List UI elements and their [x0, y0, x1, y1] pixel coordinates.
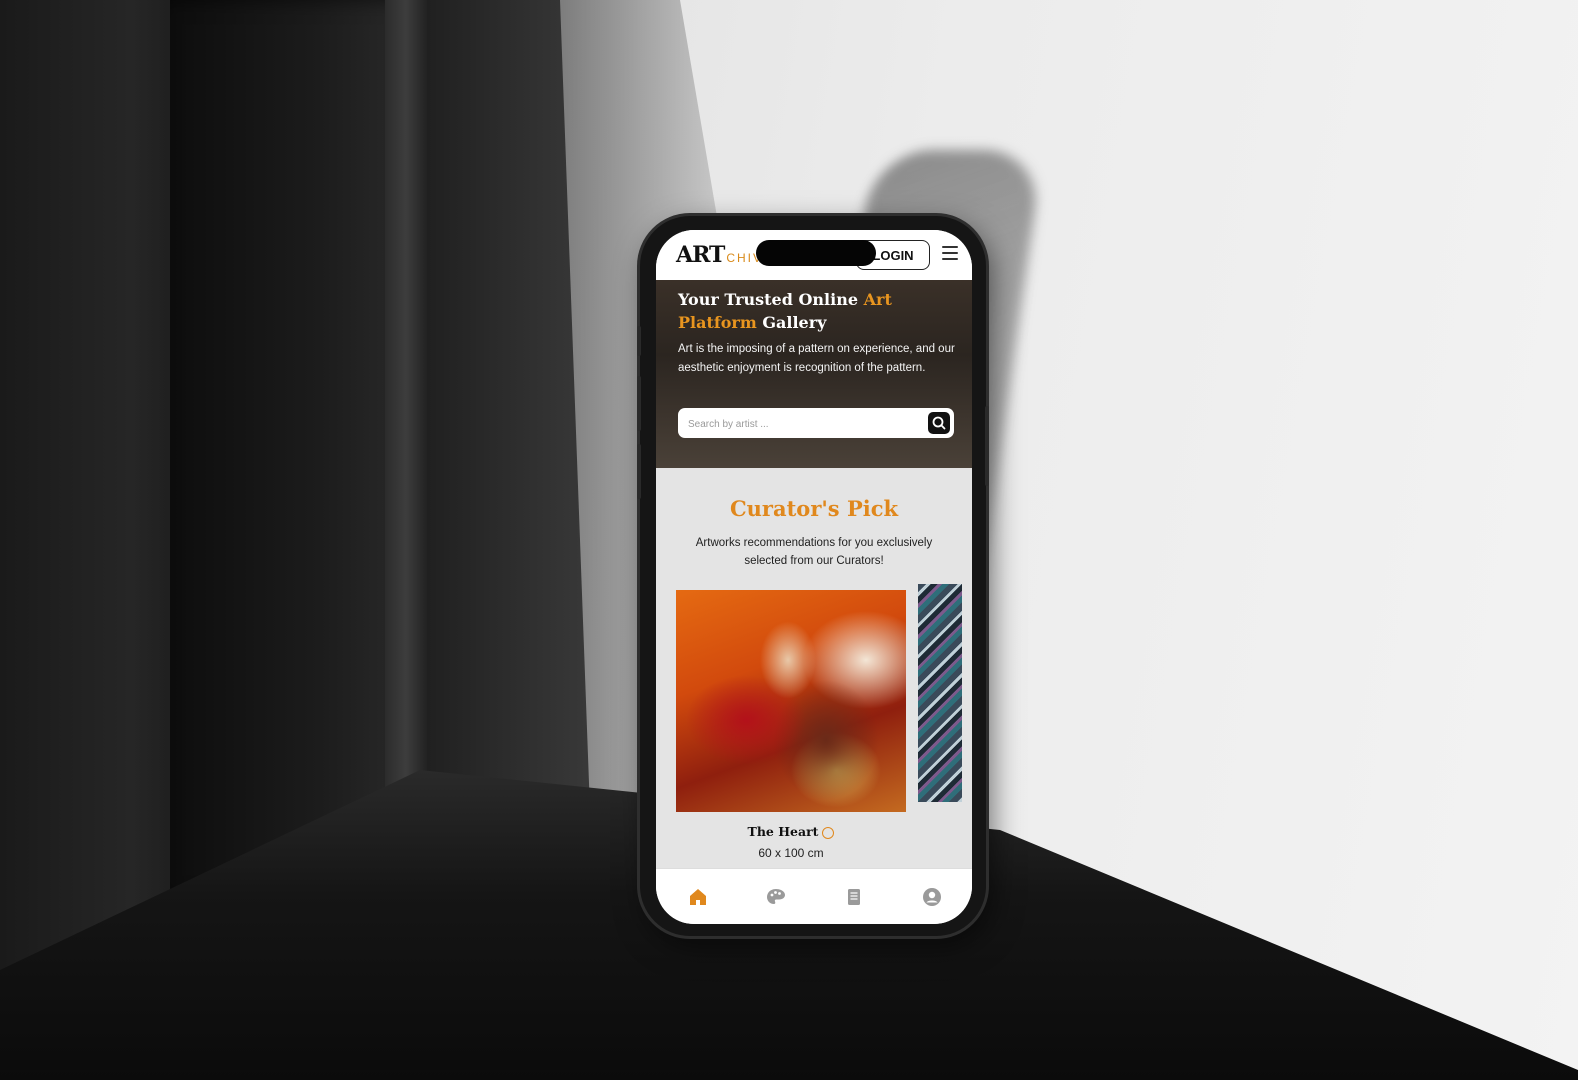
- phone-power-button: [985, 406, 989, 486]
- shelf-edge: [385, 0, 427, 900]
- document-icon[interactable]: [842, 885, 866, 909]
- shelf-panel: [170, 0, 420, 900]
- artwork-title[interactable]: The Heart: [716, 824, 866, 839]
- curators-pick-section: Curator's Pick Artworks recommendations …: [656, 468, 972, 868]
- profile-icon[interactable]: [920, 885, 944, 909]
- search-icon: [932, 416, 946, 430]
- section-title: Curator's Pick: [729, 496, 899, 521]
- hero-title: Your Trusted Online Art Platform Gallery: [678, 290, 892, 332]
- brand-logo[interactable]: ART CHIV: [676, 242, 763, 268]
- artwork-image[interactable]: [676, 590, 906, 812]
- search-bar: [678, 408, 954, 440]
- artwork-dimensions: 60 x 100 cm: [758, 846, 824, 860]
- dynamic-island: [756, 240, 876, 266]
- phone-volume-up: [637, 376, 641, 431]
- search-input[interactable]: [686, 408, 926, 440]
- phone-mute-switch: [637, 326, 641, 356]
- phone-volume-down: [637, 444, 641, 499]
- verified-icon: [822, 826, 835, 839]
- hero-banner: Your Trusted Online Art Platform Gallery…: [656, 280, 972, 468]
- phone-screen: ART CHIV LOGIN Your Trusted Online Art P…: [656, 230, 972, 924]
- hamburger-menu-icon[interactable]: [942, 246, 958, 260]
- section-subtitle: Artworks recommendations for you exclusi…: [695, 537, 933, 567]
- next-artwork-image[interactable]: [918, 584, 962, 802]
- palette-icon[interactable]: [764, 885, 788, 909]
- hero-description: Art is the imposing of a pattern on expe…: [678, 343, 955, 374]
- logo-text: ART: [676, 242, 725, 268]
- bottom-navigation: [656, 868, 972, 924]
- search-button[interactable]: [928, 412, 950, 434]
- home-icon[interactable]: [686, 885, 710, 909]
- phone-device: ART CHIV LOGIN Your Trusted Online Art P…: [637, 216, 989, 936]
